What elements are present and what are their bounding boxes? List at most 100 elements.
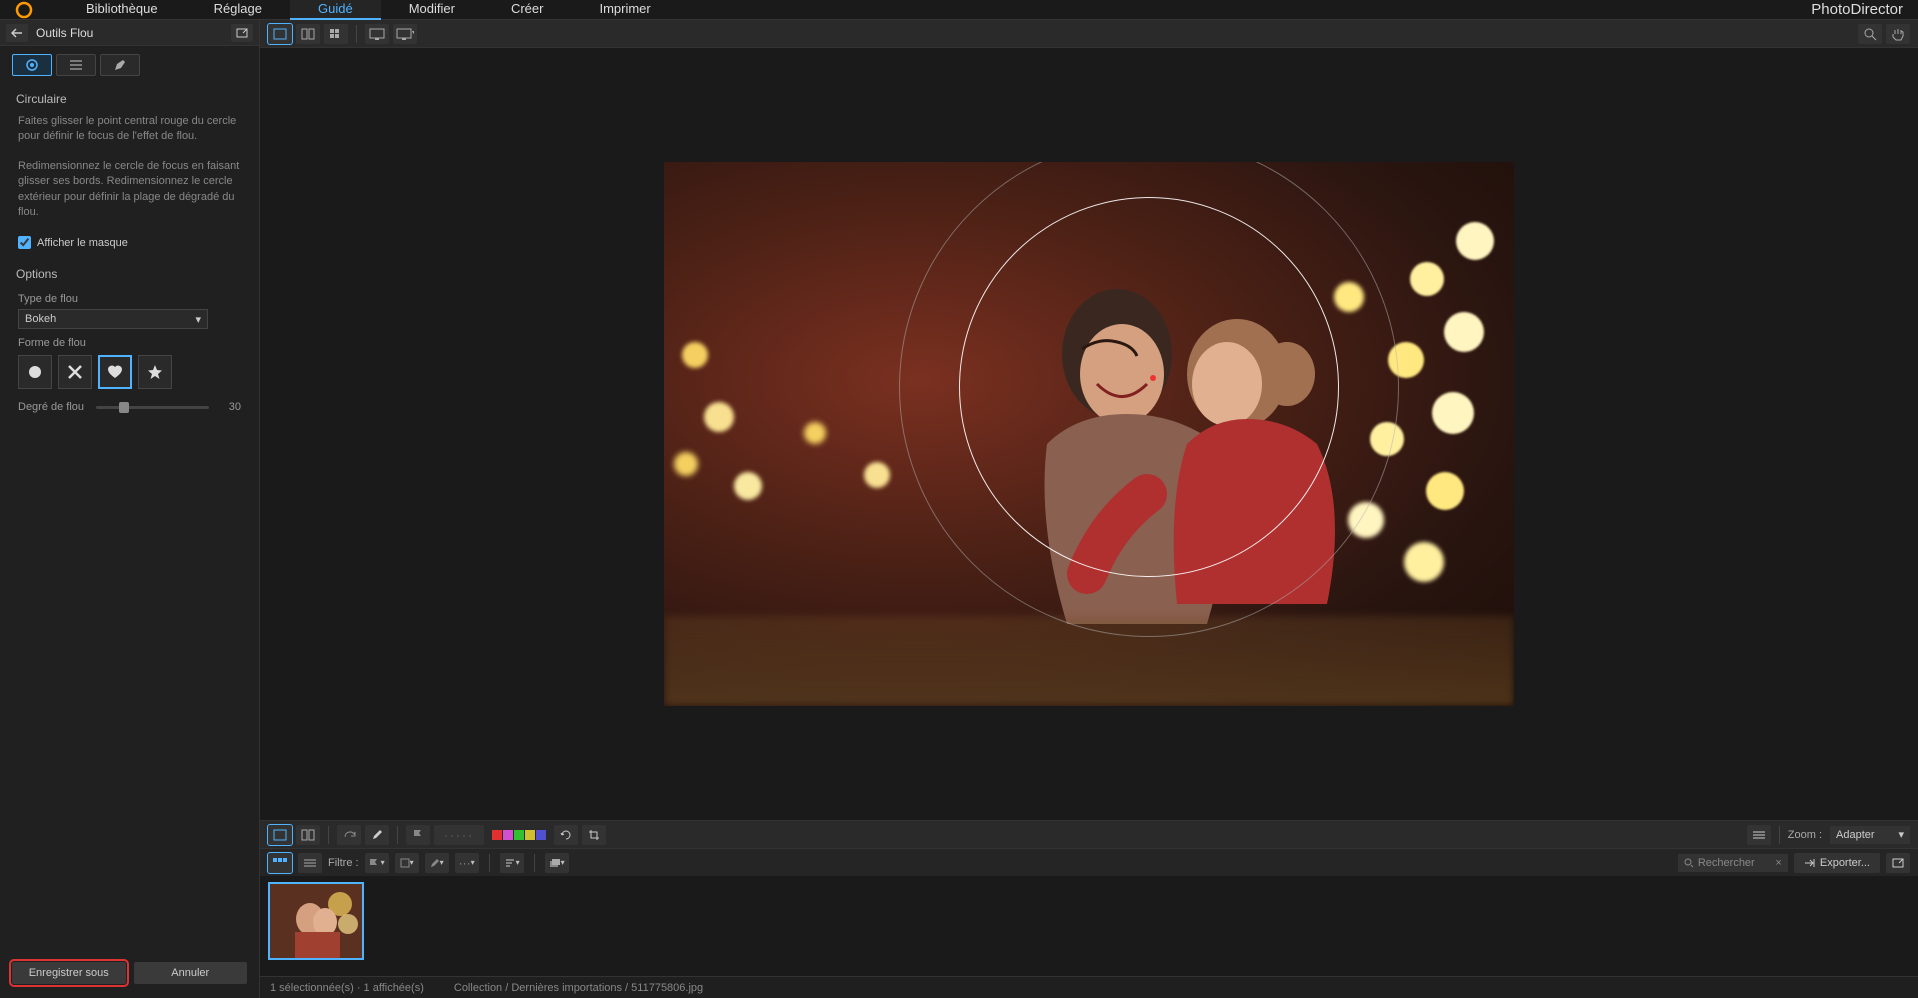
status-selection: 1 sélectionnée(s) · 1 affichée(s) — [270, 982, 424, 994]
blur-type-label: Type de flou — [18, 293, 241, 305]
filter-flag-button[interactable]: ▾ — [365, 853, 389, 873]
shape-cross-button[interactable] — [58, 355, 92, 389]
edit-icon-button[interactable] — [365, 825, 389, 845]
filter-bar: Filtre : ▾ ▾ ▾ ···▾ ▾ ▾ Rechercher × Exp… — [260, 848, 1918, 876]
strip-grid-button[interactable] — [268, 853, 292, 873]
slider-track[interactable] — [96, 406, 209, 409]
view-screen1-button[interactable] — [365, 24, 389, 44]
blur-tab-brush[interactable] — [100, 54, 140, 76]
export-icon — [1804, 858, 1816, 868]
blur-shape-label: Forme de flou — [18, 337, 241, 349]
chevron-down-icon: ▾ — [1898, 828, 1904, 841]
bokeh-heart-icon — [1432, 392, 1474, 434]
filter-edit-button[interactable]: ▾ — [425, 853, 449, 873]
bokeh-heart-icon — [864, 462, 890, 488]
blur-mode-tabs — [0, 46, 259, 84]
layout-single-button[interactable] — [268, 825, 292, 845]
svg-text:▾: ▾ — [412, 30, 414, 36]
flag-button[interactable] — [406, 825, 430, 845]
show-mask-checkbox[interactable]: Afficher le masque — [0, 230, 259, 259]
search-placeholder: Rechercher — [1698, 857, 1755, 869]
cancel-button[interactable]: Annuler — [134, 962, 248, 984]
bokeh-heart-icon — [734, 472, 762, 500]
focus-inner-circle[interactable] — [959, 197, 1339, 577]
menu-guide[interactable]: Guidé — [290, 0, 381, 20]
color-label-blue[interactable] — [536, 830, 546, 840]
main-menu-bar: Bibliothèque Réglage Guidé Modifier Crée… — [0, 0, 1918, 20]
zoom-select[interactable]: Adapter ▾ — [1830, 826, 1910, 844]
photo-preview[interactable] — [664, 162, 1514, 706]
bokeh-heart-icon — [682, 342, 708, 368]
shape-circle-button[interactable] — [18, 355, 52, 389]
save-as-button[interactable]: Enregistrer sous — [12, 962, 126, 984]
back-button[interactable] — [6, 24, 28, 42]
menu-bibliotheque[interactable]: Bibliothèque — [58, 0, 186, 20]
bokeh-heart-icon — [674, 452, 698, 476]
color-label-green[interactable] — [514, 830, 524, 840]
view-grid-button[interactable] — [324, 24, 348, 44]
degree-value: 30 — [221, 401, 241, 413]
search-input[interactable]: Rechercher × — [1678, 854, 1788, 872]
menu-imprimer[interactable]: Imprimer — [571, 0, 678, 20]
section-circular-title: Circulaire — [0, 84, 259, 110]
sort-button[interactable]: ▾ — [500, 853, 524, 873]
export-button[interactable]: Exporter... — [1794, 853, 1880, 873]
options-title: Options — [0, 259, 259, 285]
brand-label: PhotoDirector — [1811, 1, 1903, 18]
slider-thumb[interactable] — [119, 402, 129, 413]
refresh-button[interactable] — [554, 825, 578, 845]
status-path: Collection / Dernières importations / 51… — [454, 982, 703, 994]
show-mask-input[interactable] — [18, 236, 31, 249]
popout-button[interactable] — [231, 24, 253, 42]
rating-stars[interactable]: ····· — [434, 825, 484, 845]
bokeh-heart-icon — [1404, 542, 1444, 582]
panel-footer: Enregistrer sous Annuler — [0, 952, 259, 998]
bokeh-heart-icon — [704, 402, 734, 432]
color-label-yellow[interactable] — [525, 830, 535, 840]
rotate-button[interactable] — [337, 825, 361, 845]
color-label-magenta[interactable] — [503, 830, 513, 840]
menu-reglage[interactable]: Réglage — [186, 0, 290, 20]
view-compare-button[interactable] — [296, 24, 320, 44]
blur-degree-slider[interactable]: Degré de flou 30 — [18, 401, 241, 413]
blur-shape-row — [18, 355, 241, 389]
filter-label-button[interactable]: ▾ — [395, 853, 419, 873]
help-text-2: Redimensionnez le cercle de focus en fai… — [0, 155, 259, 231]
bokeh-heart-icon — [1444, 312, 1484, 352]
menu-modifier[interactable]: Modifier — [381, 0, 483, 20]
export-popout-button[interactable] — [1886, 853, 1910, 873]
menu-creer[interactable]: Créer — [483, 0, 572, 20]
filter-more-button[interactable]: ···▾ — [455, 853, 479, 873]
tool-panel: Outils Flou Circulaire Faites glisser le… — [0, 20, 260, 998]
crop-button[interactable] — [582, 825, 606, 845]
blur-tab-linear[interactable] — [56, 54, 96, 76]
search-clear-button[interactable]: × — [1775, 857, 1781, 869]
color-label-red[interactable] — [492, 830, 502, 840]
degree-label: Degré de flou — [18, 401, 84, 413]
shape-heart-button[interactable] — [98, 355, 132, 389]
focus-center-dot[interactable] — [1150, 375, 1156, 381]
layout-split-button[interactable] — [296, 825, 320, 845]
bokeh-heart-icon — [1410, 262, 1444, 296]
blur-tab-circular[interactable] — [12, 54, 52, 76]
color-label-row — [488, 825, 550, 845]
export-label: Exporter... — [1820, 857, 1870, 869]
zoom-tool-button[interactable] — [1858, 24, 1882, 44]
pan-tool-button[interactable] — [1886, 24, 1910, 44]
zoom-label: Zoom : — [1788, 829, 1822, 841]
bokeh-heart-icon — [804, 422, 826, 444]
app-logo-icon — [10, 1, 38, 19]
chevron-down-icon: ▾ — [195, 313, 201, 326]
content-area: ▾ — [260, 20, 1918, 998]
strip-list-button[interactable] — [298, 853, 322, 873]
shape-star-button[interactable] — [138, 355, 172, 389]
list-toggle-button[interactable] — [1747, 825, 1771, 845]
view-screen2-button[interactable]: ▾ — [393, 24, 417, 44]
blur-type-value: Bokeh — [25, 313, 56, 325]
view-single-button[interactable] — [268, 24, 292, 44]
bottom-toolbar: ····· Zoom : Adapter ▾ — [260, 820, 1918, 848]
canvas-area[interactable] — [260, 48, 1918, 820]
blur-type-select[interactable]: Bokeh ▾ — [18, 309, 208, 329]
thumbnail-item[interactable]: ✎ — [268, 882, 364, 960]
stack-button[interactable]: ▾ — [545, 853, 569, 873]
